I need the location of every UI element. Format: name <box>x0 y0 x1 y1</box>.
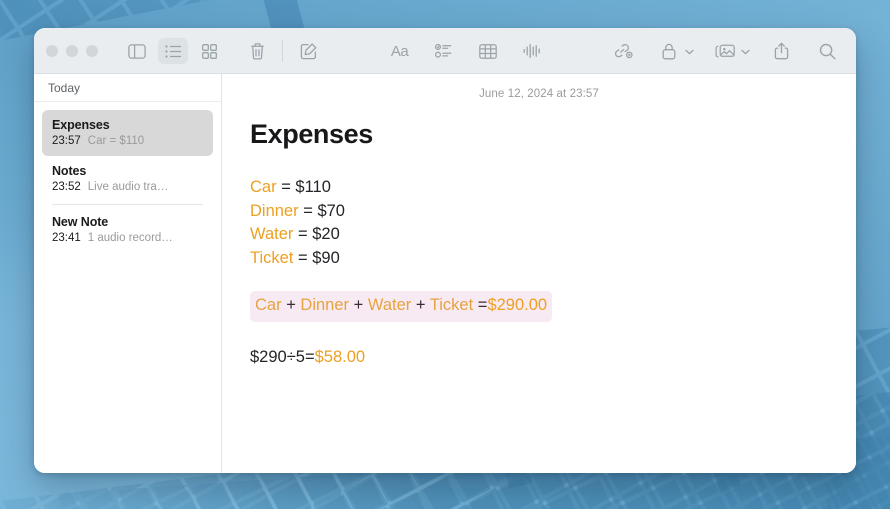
sum-term: Dinner <box>300 296 350 314</box>
lock-note-icon[interactable] <box>654 38 684 64</box>
window-toolbar: Aa <box>34 28 856 74</box>
sum-term: Water <box>367 296 412 314</box>
plus-token: + <box>286 296 296 314</box>
traffic-lights <box>46 45 98 57</box>
note-timestamp: June 12, 2024 at 23:57 <box>479 88 599 100</box>
format-tools-group: Aa <box>385 38 547 64</box>
math-line: Dinner = $70 <box>250 200 828 224</box>
note-list: Expenses 23:57 Car = $110 Notes 23:52 Li… <box>34 102 221 253</box>
page-title: Expenses <box>250 119 373 149</box>
text-format-icon[interactable]: Aa <box>385 38 415 64</box>
minimize-button[interactable] <box>66 45 78 57</box>
note-item-time: 23:57 <box>52 135 81 147</box>
division-expression: $290÷5 <box>250 347 305 366</box>
add-media-icon[interactable] <box>710 38 740 64</box>
zoom-button[interactable] <box>86 45 98 57</box>
note-item-snippet: 1 audio record… <box>87 232 173 244</box>
note-item-time: 23:41 <box>52 232 81 244</box>
equals-token: = <box>298 248 308 267</box>
actions-group <box>608 38 842 64</box>
note-item-subtitle: 23:41 1 audio record… <box>52 232 203 244</box>
value-token: $70 <box>317 201 345 220</box>
math-line: Car = $110 <box>250 176 828 200</box>
math-line: Water = $20 <box>250 223 828 247</box>
note-item-subtitle: 23:52 Live audio tra… <box>52 181 203 193</box>
note-item-title: Notes <box>52 164 87 178</box>
lock-chevron-down-icon[interactable] <box>685 42 694 60</box>
sidebar-section-header: Today <box>34 74 221 102</box>
sum-result: $290.00 <box>487 296 548 314</box>
gallery-view-icon[interactable] <box>194 38 224 64</box>
equals-token: = <box>281 178 291 196</box>
note-item-snippet: Live audio tra… <box>87 181 169 193</box>
value-token: $20 <box>312 225 340 243</box>
note-item-subtitle: 23:57 Car = $110 <box>52 135 203 147</box>
audio-transcript-icon[interactable] <box>517 38 547 64</box>
sum-line-wrapper: Car + Dinner + Water + Ticket =$290.00 <box>250 270 828 322</box>
list-item[interactable]: Notes 23:52 Live audio tra… <box>42 156 213 202</box>
note-item-title: New Note <box>52 215 109 229</box>
checklist-icon[interactable] <box>429 38 459 64</box>
search-icon[interactable] <box>812 38 842 64</box>
new-note-icon[interactable] <box>293 38 323 64</box>
list-item[interactable]: Expenses 23:57 Car = $110 <box>42 110 213 156</box>
notes-sidebar: Today Expenses 23:57 Car = $110 Notes 23… <box>34 74 222 473</box>
variable-token: Dinner <box>250 201 299 220</box>
math-line: Ticket = $90 <box>250 247 828 271</box>
list-divider <box>52 204 203 205</box>
add-link-icon[interactable] <box>608 38 638 64</box>
notes-window: Aa Today Expenses 23:57 Car = $110 Notes… <box>34 28 856 473</box>
note-editor[interactable]: June 12, 2024 at 23:57 Expenses Car = $1… <box>222 74 856 473</box>
sidebar-toggle-icon[interactable] <box>122 38 152 64</box>
share-icon[interactable] <box>766 38 796 64</box>
media-chevron-down-icon[interactable] <box>741 42 750 60</box>
value-token: $110 <box>295 178 331 196</box>
equals-token: = <box>298 225 308 243</box>
sum-term: Car <box>255 296 282 314</box>
list-view-icon[interactable] <box>158 38 188 64</box>
equals-token: = <box>303 201 313 220</box>
variable-token: Water <box>250 225 294 243</box>
variable-token: Car <box>250 178 277 196</box>
value-token: $90 <box>312 248 340 267</box>
equals-token: = <box>477 296 488 314</box>
plus-token: + <box>415 296 426 314</box>
sum-term: Ticket <box>429 296 474 314</box>
plus-token: + <box>353 296 364 314</box>
equals-token: = <box>304 347 315 366</box>
delete-note-icon[interactable] <box>242 38 272 64</box>
note-item-title: Expenses <box>52 118 110 132</box>
variable-token: Ticket <box>250 248 294 267</box>
division-line: $290÷5=$58.00 <box>250 346 828 370</box>
note-item-snippet: Car = $110 <box>87 135 145 147</box>
list-item[interactable]: New Note 23:41 1 audio record… <box>42 207 213 253</box>
note-body[interactable]: Car = $110 Dinner = $70 Water = $20 Tick… <box>250 176 828 369</box>
division-result: $58.00 <box>314 347 366 366</box>
sum-result-highlight[interactable]: Car + Dinner + Water + Ticket =$290.00 <box>250 291 553 322</box>
table-icon[interactable] <box>473 38 503 64</box>
note-item-time: 23:52 <box>52 181 81 193</box>
toolbar-divider <box>282 40 283 62</box>
close-button[interactable] <box>46 45 58 57</box>
window-content: Today Expenses 23:57 Car = $110 Notes 23… <box>34 74 856 473</box>
